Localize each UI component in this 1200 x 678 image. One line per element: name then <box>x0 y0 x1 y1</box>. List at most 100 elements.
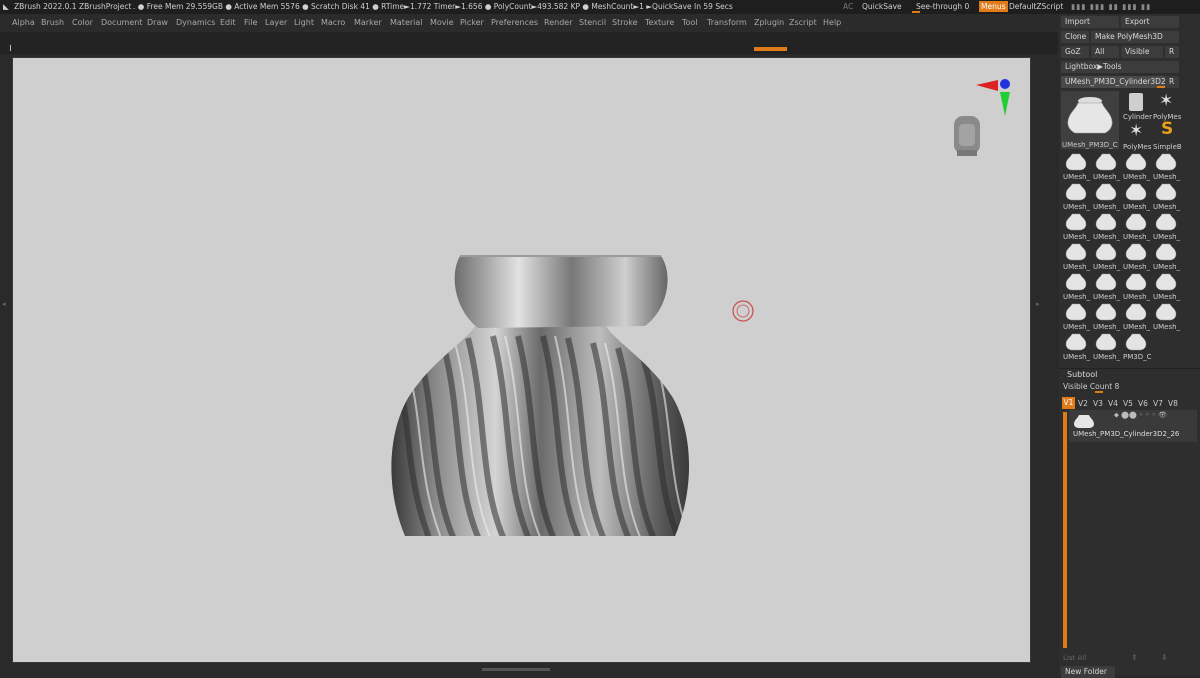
menu-help[interactable]: Help <box>823 18 841 27</box>
mesh-tool-thumb[interactable]: PM3D_C <box>1121 331 1152 361</box>
menu-marker[interactable]: Marker <box>354 18 382 27</box>
main-tool-thumbnail[interactable]: UMesh_PM3D_C <box>1061 91 1119 149</box>
ac-label[interactable]: AC <box>843 2 853 11</box>
mesh-tool-thumb[interactable]: UMesh_ <box>1091 271 1121 301</box>
current-tool-r-button[interactable]: R <box>1165 76 1179 88</box>
subtool-tab-v3[interactable]: V3 <box>1093 399 1103 408</box>
mesh-tool-thumb[interactable]: UMesh_ <box>1091 241 1121 271</box>
mesh-tool-thumb[interactable]: UMesh_ <box>1061 211 1091 241</box>
polymesh-tool-thumb[interactable]: ✶ PolyMes <box>1151 91 1181 121</box>
quicksave-button[interactable]: QuickSave <box>862 2 902 11</box>
menu-dynamics[interactable]: Dynamics <box>176 18 215 27</box>
menu-zplugin[interactable]: Zplugin <box>754 18 784 27</box>
import-button[interactable]: Import <box>1061 16 1119 28</box>
mesh-tool-thumb[interactable]: UMesh_ <box>1151 211 1181 241</box>
default-zscript-button[interactable]: DefaultZScript <box>1009 2 1063 11</box>
menu-texture[interactable]: Texture <box>645 18 674 27</box>
layout-icons[interactable]: ▮▮▮ ▮▮▮ ▮▮ ▮▮▮ ▮▮ <box>1071 2 1151 11</box>
visible-count-slider[interactable]: Visible Count 8 <box>1063 382 1119 391</box>
mesh-tool-thumb[interactable]: UMesh_ <box>1151 271 1181 301</box>
menu-stencil[interactable]: Stencil <box>579 18 606 27</box>
menu-movie[interactable]: Movie <box>430 18 454 27</box>
menu-draw[interactable]: Draw <box>147 18 168 27</box>
see-through-slider[interactable]: See-through 0 <box>916 2 969 11</box>
subtool-tab-v6[interactable]: V6 <box>1138 399 1148 408</box>
mesh-tool-thumb[interactable]: UMesh_ <box>1151 241 1181 271</box>
menu-material[interactable]: Material <box>390 18 423 27</box>
mesh-tool-thumb[interactable]: UMesh_ <box>1091 211 1121 241</box>
menu-color[interactable]: Color <box>72 18 93 27</box>
vase-model[interactable] <box>13 58 1031 663</box>
menu-macro[interactable]: Macro <box>321 18 345 27</box>
mesh-tool-thumb[interactable]: UMesh_ <box>1151 301 1181 331</box>
mesh-tool-thumb[interactable]: UMesh_ <box>1061 151 1091 181</box>
subtool-tab-v8[interactable]: V8 <box>1168 399 1178 408</box>
all-button[interactable]: All <box>1091 46 1119 58</box>
subtool-tab-v4[interactable]: V4 <box>1108 399 1118 408</box>
subtool-item[interactable]: ⬥ ⬤⬤ ◦ ◦ ◦ 👁 UMesh_PM3D_Cylinder3D2_26 <box>1069 410 1197 442</box>
r-button[interactable]: R <box>1165 46 1179 58</box>
mesh-tool-thumb[interactable]: UMesh_ <box>1151 181 1181 211</box>
cylinder-tool-thumb[interactable]: Cylinder <box>1121 91 1152 121</box>
mesh-tool-thumb[interactable]: UMesh_ <box>1121 271 1151 301</box>
menu-document[interactable]: Document <box>101 18 142 27</box>
subtool-visibility-icons[interactable]: ⬥ ⬤⬤ ◦ ◦ ◦ 👁 <box>1114 411 1167 420</box>
current-tool-slider[interactable]: UMesh_PM3D_Cylinder3D2_2 <box>1061 76 1165 88</box>
mesh-tool-thumb[interactable]: UMesh_ <box>1061 181 1091 211</box>
menu-tool[interactable]: Tool <box>682 18 698 27</box>
menu-zscript[interactable]: Zscript <box>789 18 817 27</box>
subtool-tab-v5[interactable]: V5 <box>1123 399 1133 408</box>
subtool-tab-v2[interactable]: V2 <box>1078 399 1088 408</box>
subtool-scrollbar[interactable] <box>1063 412 1067 648</box>
right-tray-handle[interactable]: ▸ <box>1036 300 1040 360</box>
menu-stroke[interactable]: Stroke <box>612 18 638 27</box>
shelf-scroll-indicator[interactable] <box>754 47 787 51</box>
canvas-viewport[interactable] <box>12 57 1031 663</box>
mesh-tool-thumb[interactable]: UMesh_ <box>1121 301 1151 331</box>
menu-alpha[interactable]: Alpha <box>12 18 35 27</box>
polymesh-tool-thumb-2[interactable]: ✶ PolyMes <box>1121 121 1151 151</box>
menu-transform[interactable]: Transform <box>707 18 747 27</box>
mesh-tool-thumb[interactable]: UMesh_ <box>1091 301 1121 331</box>
mesh-tool-thumb[interactable]: UMesh_ <box>1061 331 1091 361</box>
divider <box>1059 368 1200 369</box>
subtool-tab-v7[interactable]: V7 <box>1153 399 1163 408</box>
left-tray-handle[interactable]: ◂ <box>2 300 6 360</box>
lightbox-tools-button[interactable]: Lightbox▶Tools <box>1061 61 1179 73</box>
move-down-arrow-icon[interactable]: ⬇ <box>1161 653 1168 662</box>
vase-thumb-icon <box>1125 243 1147 261</box>
menu-preferences[interactable]: Preferences <box>491 18 538 27</box>
mesh-tool-thumb[interactable]: UMesh_ <box>1061 271 1091 301</box>
visible-button[interactable]: Visible <box>1121 46 1163 58</box>
mesh-tool-label: UMesh_ <box>1123 173 1151 181</box>
menu-edit[interactable]: Edit <box>220 18 236 27</box>
subtool-title[interactable]: Subtool <box>1067 370 1097 379</box>
menu-file[interactable]: File <box>244 18 257 27</box>
mesh-tool-thumb[interactable]: UMesh_ <box>1061 241 1091 271</box>
mesh-tool-thumb[interactable]: UMesh_ <box>1091 331 1121 361</box>
clone-button[interactable]: Clone <box>1061 31 1089 43</box>
menus-toggle[interactable]: Menus <box>979 1 1008 12</box>
bottom-tray-handle[interactable] <box>482 668 550 671</box>
make-polymesh-button[interactable]: Make PolyMesh3D <box>1091 31 1179 43</box>
export-button[interactable]: Export <box>1121 16 1179 28</box>
menu-render[interactable]: Render <box>544 18 572 27</box>
mesh-tool-thumb[interactable]: UMesh_ <box>1151 151 1181 181</box>
menu-picker[interactable]: Picker <box>460 18 484 27</box>
mesh-tool-thumb[interactable]: UMesh_ <box>1091 151 1121 181</box>
new-folder-button[interactable]: New Folder <box>1061 666 1115 678</box>
subtool-tab-v1[interactable]: V1 <box>1062 397 1075 409</box>
mesh-tool-thumb[interactable]: UMesh_ <box>1091 181 1121 211</box>
goz-button[interactable]: GoZ <box>1061 46 1089 58</box>
menu-brush[interactable]: Brush <box>41 18 64 27</box>
menu-layer[interactable]: Layer <box>265 18 287 27</box>
mesh-tool-thumb[interactable]: UMesh_ <box>1121 211 1151 241</box>
mesh-tool-thumb[interactable]: UMesh_ <box>1061 301 1091 331</box>
mesh-tool-thumb[interactable]: UMesh_ <box>1121 241 1151 271</box>
list-all-button[interactable]: List All <box>1063 654 1086 662</box>
simplebrush-tool-thumb[interactable]: S SimpleB <box>1151 119 1182 151</box>
menu-light[interactable]: Light <box>294 18 314 27</box>
mesh-tool-thumb[interactable]: UMesh_ <box>1121 181 1151 211</box>
mesh-tool-thumb[interactable]: UMesh_ <box>1121 151 1151 181</box>
move-up-arrow-icon[interactable]: ⬆ <box>1131 653 1138 662</box>
